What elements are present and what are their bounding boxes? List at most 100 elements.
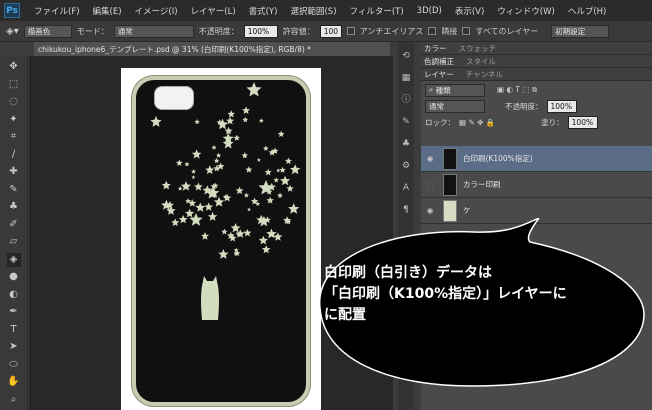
star-shape (178, 215, 188, 224)
contiguous-checkbox[interactable] (428, 27, 437, 35)
star-shape (286, 184, 294, 192)
mode-dropdown[interactable]: 通常 (113, 24, 194, 38)
star-shape (177, 186, 183, 191)
move-tool-icon[interactable]: ✥ (7, 60, 21, 74)
star-shape (246, 82, 262, 97)
brush-tool-icon[interactable]: ✎ (7, 183, 21, 197)
star-shape (235, 186, 244, 195)
fill-input[interactable]: 100% (567, 115, 598, 129)
menu-file[interactable]: ファイル(F) (34, 5, 80, 17)
eye-icon[interactable]: ◉ (425, 206, 435, 215)
menu-help[interactable]: ヘルプ(H) (568, 5, 607, 17)
character-panel-icon[interactable]: A (400, 182, 412, 194)
star-shape (277, 192, 283, 199)
options-bar: ◈▾ 描画色 モード： 通常 不透明度： 100% 許容値： 100 アンチエイ… (0, 21, 652, 42)
paint-bucket-tool-icon-tools[interactable]: ◈ (6, 252, 21, 267)
star-shape (211, 144, 217, 150)
paint-bucket-tool-icon[interactable]: ◈▾ (6, 26, 19, 37)
lock-icons[interactable]: ▦ ✎ ✥ 🔒 (459, 118, 495, 127)
star-shape (207, 211, 218, 221)
star-shape (285, 157, 292, 165)
fill-label: 塗り： (541, 117, 564, 127)
tab-layers[interactable]: レイヤー (424, 69, 454, 80)
star-shape (204, 202, 214, 211)
menu-layer[interactable]: レイヤー(L) (191, 5, 236, 17)
star-shape (273, 177, 279, 183)
layer-opacity-input[interactable]: 100% (546, 99, 577, 113)
zoom-tool-icon[interactable]: ⌕ (7, 393, 21, 407)
document-canvas[interactable] (121, 68, 321, 410)
star-shape (175, 159, 183, 166)
clone-stamp-tool-icon[interactable]: ♣ (7, 200, 21, 214)
menu-view[interactable]: 表示(V) (455, 5, 484, 17)
eyedropper-tool-icon[interactable]: ∕ (7, 148, 21, 162)
layer-row-white-print[interactable]: ◉ 白印刷(K100%指定) (421, 146, 652, 172)
menu-select[interactable]: 選択範囲(S) (290, 5, 336, 17)
layer-filter-dropdown[interactable]: ⌕ 種類 (425, 83, 485, 97)
all-layers-checkbox[interactable] (462, 27, 471, 35)
tab-styles[interactable]: スタイル (466, 56, 496, 67)
menu-image[interactable]: イメージ(I) (135, 5, 178, 17)
brush-panel-icon[interactable]: ✎ (400, 116, 412, 128)
info-panel-icon[interactable]: ⓘ (400, 94, 412, 106)
tab-adjustments[interactable]: 色調補正 (424, 56, 454, 67)
menu-filter[interactable]: フィルター(T) (350, 5, 404, 17)
preset-dropdown[interactable]: 初期設定 (551, 24, 610, 38)
menu-type[interactable]: 書式(Y) (249, 5, 278, 17)
layer-row-color-print[interactable]: ▢ カラー印刷 (421, 172, 652, 198)
healing-brush-tool-icon[interactable]: ✚ (7, 165, 21, 179)
eye-icon[interactable]: ◉ (425, 154, 435, 163)
star-shape (201, 232, 210, 240)
eye-icon[interactable]: ▢ (425, 180, 435, 189)
star-shape (185, 208, 195, 218)
tab-channels[interactable]: チャンネル (466, 69, 503, 80)
photoshop-logo: Ps (4, 3, 20, 18)
opacity-input[interactable]: 100% (243, 24, 278, 38)
type-tool-icon[interactable]: T (7, 323, 21, 337)
marquee-tool-icon[interactable]: ⬚ (7, 78, 21, 92)
star-shape (261, 245, 271, 254)
tolerance-input[interactable]: 100 (319, 24, 342, 38)
hand-tool-icon[interactable]: ✋ (7, 375, 21, 389)
star-shape (216, 118, 229, 130)
crop-tool-icon[interactable]: ⌗ (7, 130, 21, 144)
lasso-tool-icon[interactable]: ◌ (7, 95, 21, 109)
star-shape (222, 193, 232, 202)
callout-text: 白印刷（白引き）データは 「白印刷（K100%指定）」レイヤーに に配置 (324, 263, 634, 326)
menu-3d[interactable]: 3D(D) (417, 6, 442, 16)
properties-panel-icon[interactable]: ▦ (400, 72, 412, 84)
color-panel-tabs: カラー スウォッチ (421, 42, 652, 55)
callout-line-3: に配置 (324, 307, 366, 323)
ellipse-tool-icon[interactable]: ⬭ (7, 358, 21, 372)
star-shape (184, 161, 190, 167)
clone-source-panel-icon[interactable]: ♣ (400, 138, 412, 150)
magic-wand-tool-icon[interactable]: ✦ (7, 113, 21, 127)
star-shape (258, 118, 264, 123)
history-brush-tool-icon[interactable]: ✐ (7, 218, 21, 232)
star-shape (224, 126, 233, 135)
menu-bar: Ps ファイル(F) 編集(E) イメージ(I) レイヤー(L) 書式(Y) 選… (0, 0, 652, 21)
menu-window[interactable]: ウィンドウ(W) (497, 5, 555, 17)
tab-swatches[interactable]: スウォッチ (459, 43, 497, 54)
dodge-tool-icon[interactable]: ◐ (7, 288, 21, 302)
all-layers-label: すべてのレイヤー (475, 26, 539, 36)
eraser-tool-icon[interactable]: ▱ (7, 235, 21, 249)
fill-source-dropdown[interactable]: 描画色 (23, 24, 72, 38)
history-panel-icon[interactable]: ⟲ (400, 50, 412, 62)
layer-filter-label: 種類 (435, 85, 451, 95)
blur-tool-icon[interactable]: ● (7, 270, 21, 284)
blend-mode-dropdown[interactable]: 通常 (425, 99, 485, 113)
tool-presets-panel-icon[interactable]: ⚙ (400, 160, 412, 172)
layer-thumbnail (443, 147, 457, 170)
document-tab[interactable]: chikukou_iphone6_テンプレート.psd @ 31% (白印刷(K… (34, 42, 390, 56)
star-shape (263, 145, 269, 151)
star-shape (180, 181, 192, 191)
paragraph-panel-icon[interactable]: ¶ (400, 204, 412, 216)
pen-tool-icon[interactable]: ✒ (7, 305, 21, 319)
layers-panel-tabs: レイヤー チャンネル (421, 68, 652, 81)
tab-color[interactable]: カラー (424, 43, 447, 54)
antialias-checkbox[interactable] (346, 27, 355, 35)
menu-edit[interactable]: 編集(E) (93, 5, 122, 17)
path-selection-tool-icon[interactable]: ➤ (7, 340, 21, 354)
filter-icons[interactable]: ▣ ◐ T ⬚ ⧉ (497, 85, 537, 95)
